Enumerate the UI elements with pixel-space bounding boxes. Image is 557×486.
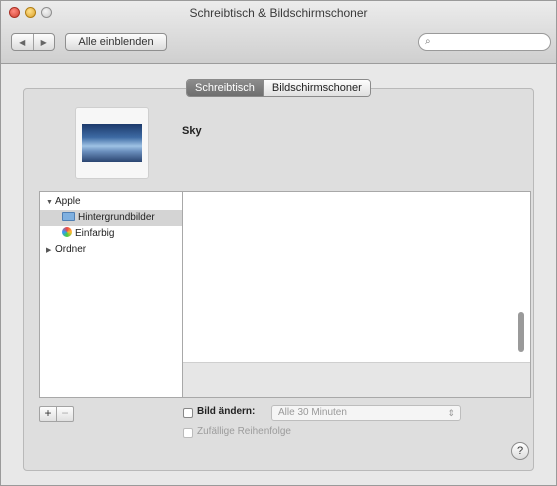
source-group-apple[interactable]: ▼ Apple xyxy=(40,194,188,210)
forward-arrow-icon[interactable]: ▶ xyxy=(32,34,55,50)
disclosure-triangle-open-icon[interactable]: ▼ xyxy=(46,195,55,211)
interval-value: Alle 30 Minuten xyxy=(278,407,347,418)
picture-grid[interactable] xyxy=(183,191,531,398)
source-item-hintergrundbilder[interactable]: Hintergrundbilder xyxy=(40,210,182,226)
source-item-label: Einfarbig xyxy=(75,228,115,239)
source-group-label: Ordner xyxy=(55,244,87,255)
tab-desktop[interactable]: Schreibtisch xyxy=(187,80,263,96)
system-preferences-window: Schreibtisch & Bildschirmschoner ◀ ▶ All… xyxy=(0,0,557,486)
source-list: ▼ Apple Hintergrundbilder Einfarbig ▶ Ordn… xyxy=(39,191,183,398)
source-group-label: Apple xyxy=(55,196,81,207)
add-remove-control: + − xyxy=(39,406,74,422)
source-group-ordner[interactable]: ▶ Ordner xyxy=(40,242,188,258)
source-item-einfarbig[interactable]: Einfarbig xyxy=(40,226,182,242)
sky-wallpaper-image xyxy=(82,124,142,162)
search-icon: ⌕ xyxy=(425,36,431,47)
folder-icon xyxy=(62,212,75,221)
tab-bar: Schreibtisch Bildschirmschoner xyxy=(186,79,371,97)
back-forward-control: ◀ ▶ xyxy=(11,33,55,51)
add-button[interactable]: + xyxy=(40,407,56,421)
titlebar: Schreibtisch & Bildschirmschoner ◀ ▶ All… xyxy=(1,1,556,64)
random-order-checkbox[interactable] xyxy=(183,428,193,438)
remove-button[interactable]: − xyxy=(56,407,73,421)
picture-grid-footer xyxy=(183,362,530,397)
color-wheel-icon xyxy=(62,227,72,237)
disclosure-triangle-closed-icon[interactable]: ▶ xyxy=(46,243,55,259)
change-picture-checkbox[interactable] xyxy=(183,408,193,418)
interval-popup[interactable]: Alle 30 Minuten ⇕ xyxy=(271,405,461,421)
search-input[interactable] xyxy=(437,35,546,51)
vertical-scrollbar[interactable] xyxy=(517,194,526,360)
change-picture-label: Bild ändern: xyxy=(197,406,256,417)
window-title: Schreibtisch & Bildschirmschoner xyxy=(189,6,368,20)
desktop-preview xyxy=(75,107,149,179)
random-order-label: Zufällige Reihenfolge xyxy=(197,426,291,437)
search-field[interactable]: ⌕ xyxy=(418,33,551,51)
show-all-button[interactable]: Alle einblenden xyxy=(65,33,167,51)
wallpaper-name: Sky xyxy=(182,125,202,137)
popup-arrows-icon: ⇕ xyxy=(447,408,455,418)
back-arrow-icon[interactable]: ◀ xyxy=(12,34,33,50)
source-item-label: Hintergrundbilder xyxy=(78,212,155,223)
scrollbar-thumb[interactable] xyxy=(518,312,524,352)
tab-screensaver[interactable]: Bildschirmschoner xyxy=(262,80,370,96)
help-button[interactable]: ? xyxy=(511,442,529,460)
